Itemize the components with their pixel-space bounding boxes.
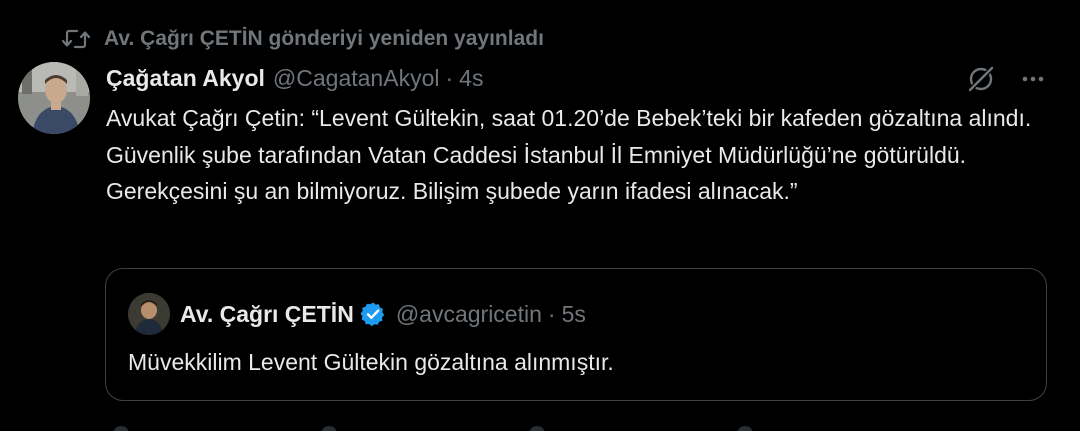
- author-name[interactable]: Çağatan Akyol: [106, 65, 265, 92]
- quote-header: Av. Çağrı ÇETİN @avcagricetin · 5s: [180, 298, 586, 330]
- quoted-tweet[interactable]: Av. Çağrı ÇETİN @avcagricetin · 5s Müvek…: [105, 268, 1047, 401]
- action-bar-hint: [0, 424, 1080, 431]
- tweet-actions: [966, 62, 1048, 96]
- quote-separator: ·: [547, 300, 556, 327]
- tweet[interactable]: Av. Çağrı ÇETİN gönderiyi yeniden yayınl…: [0, 0, 1080, 431]
- more-icon[interactable]: [1018, 64, 1048, 94]
- quote-timestamp[interactable]: 5s: [562, 301, 586, 328]
- quote-text: Müvekkilim Levent Gültekin gözaltına alı…: [128, 349, 614, 375]
- timestamp[interactable]: 4s: [459, 65, 483, 92]
- separator: ·: [445, 64, 454, 91]
- action-icon-hint: [114, 426, 128, 431]
- grok-icon[interactable]: [966, 64, 996, 94]
- repost-context[interactable]: Av. Çağrı ÇETİN gönderiyi yeniden yayınl…: [62, 24, 544, 54]
- repost-label: Av. Çağrı ÇETİN gönderiyi yeniden yayınl…: [104, 27, 544, 50]
- repost-icon: [62, 28, 90, 50]
- action-icon-hint: [530, 426, 544, 431]
- quote-avatar[interactable]: [128, 293, 170, 335]
- tweet-header: Çağatan Akyol @CagatanAkyol · 4s: [106, 62, 483, 94]
- action-icon-hint: [738, 426, 752, 431]
- author-handle[interactable]: @CagatanAkyol: [273, 65, 440, 92]
- avatar[interactable]: [18, 62, 90, 134]
- verified-badge-icon: [360, 301, 386, 327]
- quote-author-handle[interactable]: @avcagricetin: [396, 301, 542, 328]
- action-icon-hint: [322, 426, 336, 431]
- tweet-text: Avukat Çağrı Çetin: “Levent Gültekin, sa…: [106, 105, 1032, 204]
- quote-author-name[interactable]: Av. Çağrı ÇETİN: [180, 301, 354, 328]
